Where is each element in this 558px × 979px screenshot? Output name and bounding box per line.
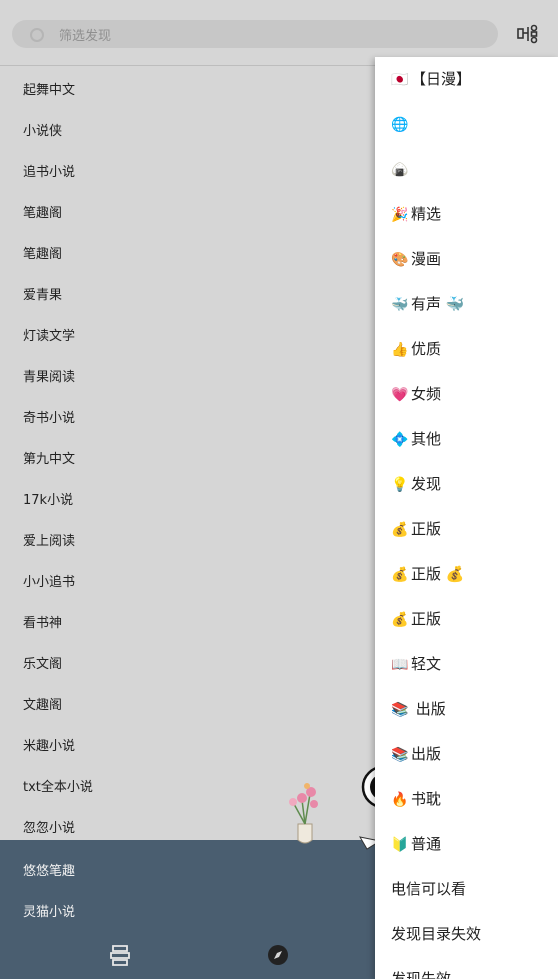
source-item[interactable]: 第九中文: [0, 439, 375, 480]
menu-item-emoji: 👍: [391, 342, 409, 358]
menu-item-label: 发现失效: [391, 970, 452, 979]
menu-item-emoji: 💗: [391, 387, 409, 403]
menu-item-label: 普通: [411, 835, 442, 853]
menu-item-emoji: 🎉: [391, 207, 409, 223]
menu-item-emoji: 💡: [391, 477, 409, 493]
menu-item-label: 优质: [411, 340, 442, 358]
menu-item-label: 书耽: [411, 790, 442, 808]
menu-item-label: 女频: [411, 385, 442, 403]
menu-item-label: 电信可以看: [391, 880, 467, 898]
menu-item-emoji: 🐳: [391, 297, 409, 313]
source-item[interactable]: 奇书小说: [0, 398, 375, 439]
menu-item-label: 正版: [411, 520, 442, 538]
menu-item[interactable]: 💰 正版 💰: [375, 552, 558, 597]
source-list: 起舞中文 小说侠 追书小说 笔趣阁 笔趣阁 爱青果 灯读文学 青果阅读 奇书小说 第九中文 17k小…: [0, 70, 375, 849]
menu-item-label: 发现目录失效: [391, 925, 482, 943]
source-item[interactable]: 灯读文学: [0, 316, 375, 357]
menu-item-label: 【日漫】: [411, 70, 472, 88]
menu-item[interactable]: 💗 女频: [375, 372, 558, 417]
source-item[interactable]: 文趣阁: [0, 685, 375, 726]
source-item[interactable]: 米趣小说: [0, 726, 375, 767]
source-item[interactable]: 爱上阅读: [0, 521, 375, 562]
flower-vase-decoration: [280, 780, 330, 846]
menu-item-label: 出版: [411, 745, 442, 763]
menu-item[interactable]: 🐳 有声 🐳: [375, 282, 558, 327]
source-item[interactable]: 青果阅读: [0, 357, 375, 398]
source-item[interactable]: 笔趣阁: [0, 193, 375, 234]
menu-item[interactable]: 💡 发现: [375, 462, 558, 507]
menu-item-emoji: 💰: [391, 522, 409, 538]
menu-item[interactable]: 📚 出版: [375, 687, 558, 732]
menu-item-emoji: 💰: [391, 567, 409, 583]
menu-item[interactable]: 👍 优质: [375, 327, 558, 372]
source-item[interactable]: 小小追书: [0, 562, 375, 603]
menu-item-emoji: 🔥: [391, 792, 409, 808]
menu-item-label: 精选: [411, 205, 442, 223]
menu-item[interactable]: 💰 正版: [375, 507, 558, 552]
bottom-nav: [0, 932, 375, 979]
menu-item-label: 轻文: [411, 655, 442, 673]
menu-item[interactable]: 电信可以看: [375, 867, 558, 912]
source-item[interactable]: 悠悠笔趣: [0, 851, 375, 892]
menu-item[interactable]: 🍙: [375, 147, 558, 192]
search-input[interactable]: 筛选发现: [12, 20, 498, 48]
group-menu: 🇯🇵 【日漫】 🌐 🍙 🎉 精选 🎨 漫画 🐳 有声 🐳 👍 优质 💗 女频 💠 其他 💡 发现 💰 正版 💰 正版 💰 💰…: [375, 57, 558, 979]
menu-item[interactable]: 📖 轻文: [375, 642, 558, 687]
source-item[interactable]: 看书神: [0, 603, 375, 644]
menu-item[interactable]: 🇯🇵 【日漫】: [375, 57, 558, 102]
group-icon[interactable]: [516, 23, 542, 47]
menu-item-label: 正版: [411, 610, 442, 628]
menu-item-label: 出版: [411, 700, 446, 718]
source-item[interactable]: 17k小说: [0, 480, 375, 521]
menu-item-emoji: 🍙: [391, 162, 409, 178]
menu-item-label: 其他: [411, 430, 442, 448]
bookshelf-icon[interactable]: [107, 942, 133, 968]
menu-item-emoji: 🌐: [391, 117, 409, 133]
menu-item-label: 发现: [411, 475, 442, 493]
menu-item[interactable]: 🌐: [375, 102, 558, 147]
source-item[interactable]: 小说侠: [0, 111, 375, 152]
source-item[interactable]: 起舞中文: [0, 70, 375, 111]
menu-item-label: 有声 🐳: [411, 295, 465, 313]
menu-item[interactable]: 💰 正版: [375, 597, 558, 642]
menu-item-emoji: 🔰: [391, 837, 409, 853]
source-item[interactable]: 追书小说: [0, 152, 375, 193]
menu-item-emoji: 📚: [391, 747, 409, 763]
menu-item[interactable]: 🔥 书耽: [375, 777, 558, 822]
menu-item-emoji: 💰: [391, 612, 409, 628]
menu-item[interactable]: 发现失效: [375, 957, 558, 979]
source-item[interactable]: 乐文阁: [0, 644, 375, 685]
menu-item-emoji: 📖: [391, 657, 409, 673]
source-item[interactable]: 灵猫小说: [0, 892, 375, 933]
menu-item-label: 漫画: [411, 250, 442, 268]
menu-item[interactable]: 🎨 漫画: [375, 237, 558, 282]
menu-item[interactable]: 发现目录失效: [375, 912, 558, 957]
menu-item-emoji: 🇯🇵: [391, 72, 409, 88]
menu-item[interactable]: 🎉 精选: [375, 192, 558, 237]
menu-item-emoji: 💠: [391, 432, 409, 448]
search-icon: [30, 28, 44, 42]
menu-item-emoji: 📚: [391, 702, 409, 718]
menu-item-emoji: 🎨: [391, 252, 409, 268]
menu-item-label: 正版 💰: [411, 565, 465, 583]
menu-item[interactable]: 📚 出版: [375, 732, 558, 777]
menu-item[interactable]: 🔰 普通: [375, 822, 558, 867]
source-item[interactable]: 爱青果: [0, 275, 375, 316]
search-placeholder: 筛选发现: [59, 29, 112, 44]
source-item[interactable]: 笔趣阁: [0, 234, 375, 275]
menu-item[interactable]: 💠 其他: [375, 417, 558, 462]
compass-icon[interactable]: [265, 942, 291, 968]
